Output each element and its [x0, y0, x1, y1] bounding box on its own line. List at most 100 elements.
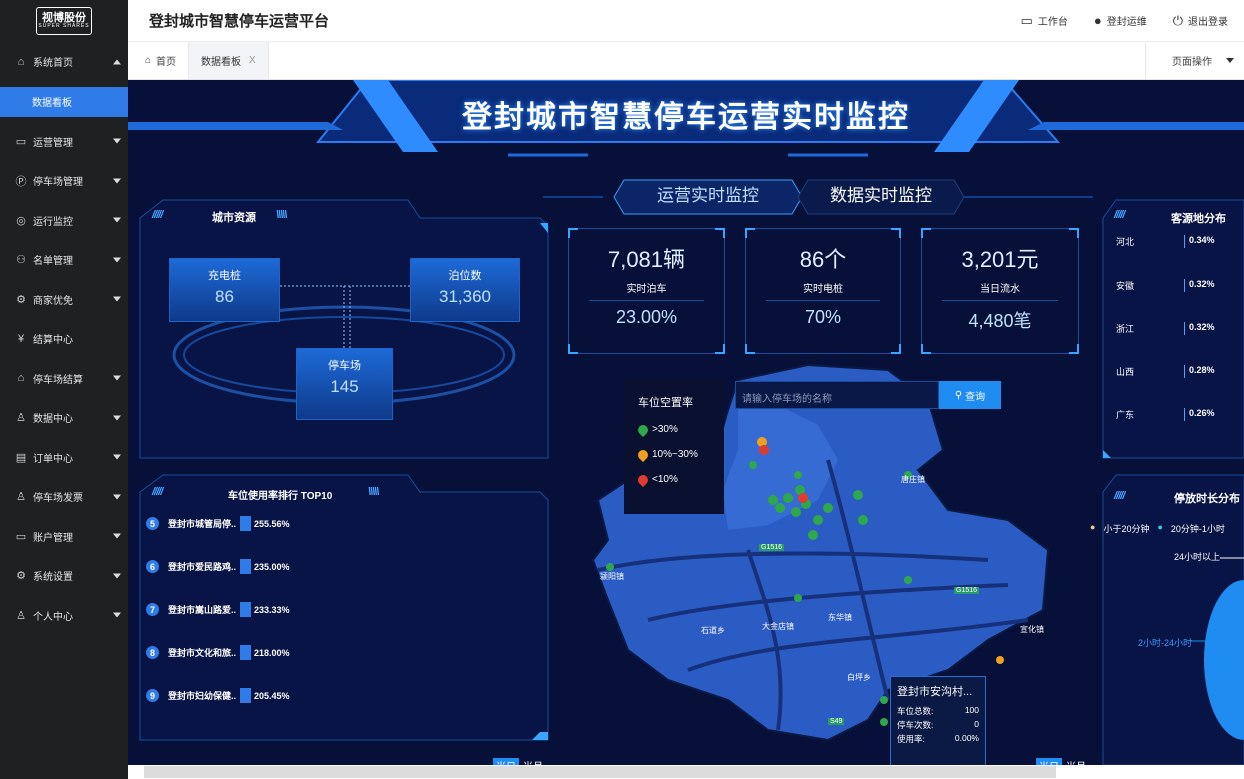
title-decoration: \\\\\	[368, 486, 379, 498]
tab-dashboard[interactable]: 数据看板 X	[188, 42, 269, 79]
dashboard-screen: 登封城市智慧停车运营实时监控 运营实时监控 数据实时监控 ///// 城市资源 …	[128, 80, 1244, 765]
power-icon: ⏻	[1172, 12, 1183, 28]
sidebar-item-settlement[interactable]: ¥ 结算中心	[0, 319, 128, 359]
corner-decoration	[715, 344, 725, 354]
sidebar-item-orders[interactable]: ▤ 订单中心	[0, 438, 128, 478]
source-row: 广东 0.26%	[1116, 408, 1224, 421]
gear-icon: ⚙	[16, 293, 26, 306]
chevron-down-icon	[113, 178, 121, 184]
sidebar-item-lists[interactable]: ⚇ 名单管理	[0, 240, 128, 280]
chevron-down-icon	[113, 138, 121, 144]
chevron-down-icon	[113, 454, 121, 460]
chevron-down-icon	[1226, 58, 1234, 63]
monitor-icon: ◎	[16, 214, 26, 227]
search-button[interactable]: ⚲ 查询	[939, 381, 1001, 409]
time-toggle[interactable]: 当日当月	[493, 758, 543, 765]
home-icon: ⌂	[145, 55, 152, 66]
ranking-bar	[240, 516, 252, 531]
map-place-label: 东华镇	[828, 613, 852, 622]
green-pin-icon	[635, 422, 651, 437]
gear-icon: ⚙	[16, 570, 26, 583]
close-icon[interactable]: X	[249, 55, 256, 66]
source-row: 浙江 0.32%	[1116, 322, 1224, 335]
user-menu[interactable]: ● 登封运维	[1094, 13, 1147, 28]
app-title: 登封城市智慧停车运营平台	[149, 13, 330, 30]
tab-data-monitor[interactable]: 数据实时监控	[808, 175, 954, 211]
sidebar: 视博股份 SUPER SHARES ⌂ 系统首页 数据看板 ▭ 运营管理 Ⓟ 停车场管理…	[0, 0, 128, 779]
charging-pile-card: 充电桩 86	[169, 258, 280, 322]
title-decoration: /////	[152, 209, 163, 221]
ranking-bar	[240, 602, 252, 617]
user-list-icon: ⚇	[16, 254, 26, 267]
corner-decoration	[715, 228, 725, 238]
map-place-label: 大金店镇	[762, 622, 794, 631]
sidebar-item-profile[interactable]: ♙ 个人中心	[0, 596, 128, 636]
map-place-label: 宣化镇	[1020, 625, 1044, 634]
user-icon: ♙	[16, 491, 26, 504]
sidebar-item-invoice[interactable]: ♙ 停车场发票	[0, 477, 128, 517]
corner-decoration	[891, 228, 901, 238]
sidebar-item-data-center[interactable]: ♙ 数据中心	[0, 398, 128, 438]
horizontal-scrollbar[interactable]	[128, 765, 1244, 779]
sidebar-item-accounts[interactable]: ▭ 账户管理	[0, 517, 128, 557]
chevron-down-icon	[113, 375, 121, 381]
dashboard-title-frame: 登封城市智慧停车运营实时监控	[128, 80, 1244, 158]
map-place-label: 白坪乡	[847, 673, 871, 682]
sidebar-item-monitor[interactable]: ◎ 运行监控	[0, 201, 128, 241]
workbench-button[interactable]: ▭ 工作台	[1021, 13, 1068, 29]
bank-icon: ⌂	[17, 372, 25, 385]
kpi-daily-revenue: 3,201元 当日流水 4,480笔	[921, 228, 1079, 354]
sidebar-item-operations[interactable]: ▭ 运营管理	[0, 122, 128, 162]
corner-decoration	[745, 228, 755, 238]
map-place-label: 石道乡	[701, 626, 725, 635]
scrollbar-thumb[interactable]	[144, 766, 1056, 778]
title-decoration: /////	[1114, 490, 1125, 502]
map-tooltip: 登封市安沟村... 车位总数: 100 停车次数: 0 使用率: 0.00%	[890, 676, 986, 765]
sidebar-item-home[interactable]: ⌂ 系统首页	[0, 42, 128, 82]
folder-icon: ▭	[15, 530, 27, 543]
user-icon: ♙	[16, 412, 26, 425]
tab-home[interactable]: ⌂ 首页	[128, 42, 188, 79]
monitor-icon: ▭	[1020, 12, 1033, 28]
parking-search-input[interactable]: 请输入停车场的名称	[735, 381, 939, 409]
ranking-row: 9 登封市妇幼保健.. 205.45%	[146, 688, 290, 703]
corner-decoration	[891, 344, 901, 354]
ranking-row: 7 登封市嵩山路爱.. 233.33%	[146, 602, 290, 617]
chevron-down-icon	[113, 494, 121, 500]
chevron-down-icon	[113, 296, 121, 302]
ranking-row: 6 登封市爱民路鸡.. 235.00%	[146, 559, 290, 574]
sidebar-item-lot-settlement[interactable]: ⌂ 停车场结算	[0, 359, 128, 399]
corner-decoration	[745, 344, 755, 354]
chevron-down-icon	[113, 533, 121, 539]
logo: 视博股份 SUPER SHARES	[0, 0, 128, 42]
sidebar-item-settings[interactable]: ⚙ 系统设置	[0, 556, 128, 596]
road-sign: G1516	[954, 587, 980, 594]
chevron-down-icon	[113, 415, 121, 421]
title-decoration: /////	[1114, 209, 1125, 221]
tab-ops-monitor[interactable]: 运营实时监控	[624, 175, 792, 211]
document-icon: ▤	[15, 451, 27, 464]
kpi-realtime-charging: 86个 实时电桩 70%	[745, 228, 901, 354]
search-icon: ⚲	[954, 389, 963, 401]
sidebar-item-merchant[interactable]: ⚙ 商家优免	[0, 280, 128, 320]
parking-icon: Ⓟ	[15, 175, 27, 188]
chevron-up-icon	[113, 59, 121, 65]
ranking-row: 8 登封市文化和旅.. 218.00%	[146, 645, 290, 660]
berth-count-card: 泊位数 31,360	[410, 258, 520, 322]
parking-lot-card: 停车场 145	[296, 348, 393, 420]
road-sign: G1516	[759, 544, 785, 551]
source-distribution-title: 客源地分布	[1171, 213, 1226, 225]
corner-decoration	[568, 344, 578, 354]
page-operations-dropdown[interactable]: 页面操作	[1145, 42, 1244, 79]
corner-decoration	[568, 228, 578, 238]
pie-label: 24小时以上	[1174, 552, 1221, 562]
legend-dot-icon: ●	[1157, 522, 1163, 532]
sidebar-item-parking-lots[interactable]: Ⓟ 停车场管理	[0, 161, 128, 201]
sidebar-item-dashboard[interactable]: 数据看板	[0, 86, 128, 117]
red-pin-icon	[635, 472, 651, 487]
logout-button[interactable]: ⏻ 退出登录	[1173, 13, 1228, 29]
map-place-label: 颍阳镇	[600, 572, 624, 581]
chevron-down-icon	[113, 217, 121, 223]
time-toggle[interactable]: 当日当月	[1036, 758, 1086, 765]
ranking-bar	[240, 645, 252, 660]
